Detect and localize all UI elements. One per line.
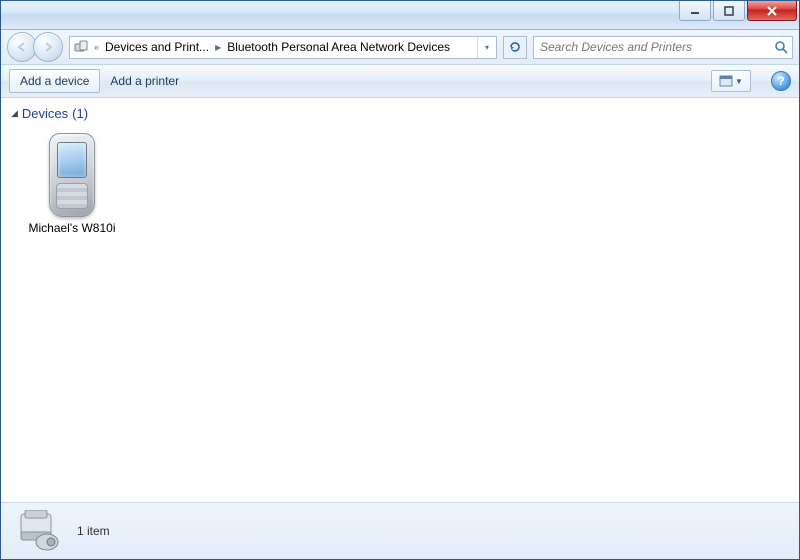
view-icon [719,75,733,87]
refresh-button[interactable] [503,36,527,59]
add-printer-button[interactable]: Add a printer [110,74,179,88]
location-icon [70,39,92,55]
details-pane-icon [15,510,63,552]
device-label: Michael's W810i [29,221,116,235]
minimize-button[interactable] [679,1,711,21]
minimize-icon [690,6,700,16]
window-controls [679,1,797,21]
details-pane: 1 item [1,502,799,559]
search-icon [774,40,788,54]
devices-printers-icon [73,39,89,55]
explorer-window: « Devices and Print... Bluetooth Persona… [0,0,800,560]
forward-arrow-icon [42,41,54,53]
details-pane-text: 1 item [77,524,110,538]
breadcrumb-chevrons[interactable]: « [92,37,101,58]
search-input[interactable] [538,36,774,59]
content-pane[interactable]: ◢ Devices (1) Michael's W810i [1,98,799,502]
device-item[interactable]: Michael's W810i [11,127,133,241]
address-bar-row: « Devices and Print... Bluetooth Persona… [1,30,799,65]
back-arrow-icon [16,41,28,53]
printer-camera-icon [15,510,63,552]
add-device-label: Add a device [20,74,89,88]
help-icon: ? [777,74,784,88]
maximize-icon [724,6,734,16]
breadcrumb-separator-icon[interactable] [213,42,223,53]
collapse-triangle-icon[interactable]: ◢ [11,108,18,119]
refresh-icon [508,40,522,54]
close-button[interactable] [747,1,797,21]
group-count: (1) [72,106,88,121]
maximize-button[interactable] [713,1,745,21]
forward-button[interactable] [33,32,63,62]
phone-icon [49,133,95,217]
breadcrumb-dropdown[interactable]: ▾ [477,37,496,58]
breadcrumb-segment-1[interactable]: Devices and Print... [101,37,213,58]
close-icon [766,6,778,16]
group-title: Devices [22,106,68,121]
command-toolbar: Add a device Add a printer ▼ ? [1,65,799,98]
items-grid: Michael's W810i [11,127,789,241]
chevron-down-icon: ▼ [735,77,743,86]
view-options-button[interactable]: ▼ [711,70,751,92]
title-bar [1,1,799,30]
group-header-devices[interactable]: ◢ Devices (1) [11,106,789,121]
nav-buttons [7,32,63,62]
search-box[interactable] [533,36,793,59]
help-button[interactable]: ? [771,71,791,91]
breadcrumb-segment-2[interactable]: Bluetooth Personal Area Network Devices [223,37,454,58]
add-printer-label: Add a printer [110,74,179,88]
add-device-button[interactable]: Add a device [9,69,100,93]
breadcrumb[interactable]: « Devices and Print... Bluetooth Persona… [69,36,497,59]
